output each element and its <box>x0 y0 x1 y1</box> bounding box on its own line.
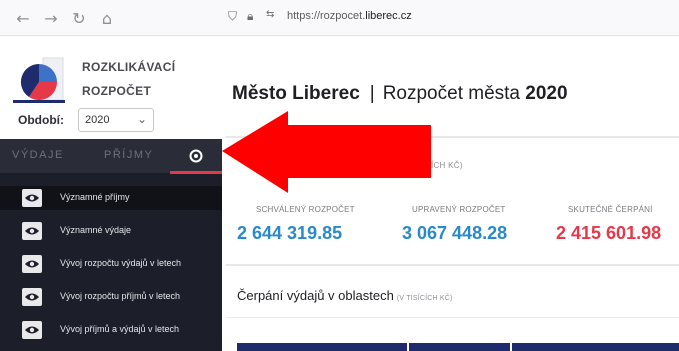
tab-overview[interactable] <box>170 139 222 173</box>
stat-approved-label: SCHVÁLENÝ ROZPOČET <box>256 205 355 214</box>
eye-icon <box>22 321 42 339</box>
page-title-separator: | <box>369 83 375 104</box>
eye-icon <box>22 222 42 240</box>
sidebar-item-label: Vývoj rozpočtu příjmů v letech <box>60 291 181 301</box>
brand-title-line1: ROZKLIKÁVACÍ <box>82 60 176 74</box>
sidebar-item-label: Významné výdaje <box>60 225 132 235</box>
lock-icon[interactable]: 🔒︎ <box>247 9 253 24</box>
eye-icon <box>22 189 42 207</box>
section-subtitle: (V TISÍCÍCH KČ) <box>396 295 453 302</box>
back-icon[interactable]: ← <box>12 7 34 29</box>
stat-approved-value: 2 644 319.85 <box>237 223 343 243</box>
forward-icon[interactable]: → <box>40 7 62 29</box>
stat-actual-label: SKUTEČNÉ ČERPÁNÍ <box>568 205 653 214</box>
section-title-text: Čerpání výdajů v oblastech <box>237 288 394 303</box>
sidebar-item-significant-income[interactable]: Významné příjmy <box>0 186 222 210</box>
sidebar-item-label: Významné příjmy <box>60 192 130 202</box>
shield-icon[interactable]: ⛉ <box>228 9 237 24</box>
sidebar-item-label: Vývoj rozpočtu výdajů v letech <box>60 258 182 268</box>
active-tab-indicator <box>170 171 222 174</box>
logo[interactable] <box>13 56 65 108</box>
divider <box>226 264 679 266</box>
sidebar-item-significant-expenses[interactable]: Významné výdaje <box>0 219 222 243</box>
browser-toolbar: ← → ↻ ⌂ ⛉ 🔒︎ ⇆ https://rozpocet.liberec.… <box>0 0 679 36</box>
permissions-icon[interactable]: ⇆ <box>266 9 274 20</box>
divider <box>226 317 679 318</box>
reload-icon[interactable]: ↻ <box>68 7 90 29</box>
tab-income[interactable]: PŘÍJMY <box>104 149 153 161</box>
stat-adjusted-value: 3 067 448.28 <box>402 223 508 243</box>
sidebar: VÝDAJE PŘÍJMY Významné příjmy Významné v… <box>0 139 222 351</box>
section-title: Čerpání výdajů v oblastech (V TISÍCÍCH KČ… <box>237 288 453 303</box>
app-window: ← → ↻ ⌂ ⛉ 🔒︎ ⇆ https://rozpocet.liberec.… <box>0 0 679 351</box>
budget-panel-label: TISÍCÍCH KČ) <box>409 161 463 170</box>
eye-icon <box>22 288 42 306</box>
period-label: Období: <box>18 113 64 127</box>
brand-title-line2: ROZPOČET <box>82 84 152 98</box>
page-title-city: Město Liberec <box>232 83 360 104</box>
page-title-label: Rozpočet města <box>382 83 520 104</box>
sidebar-item-expense-trend[interactable]: Vývoj rozpočtu výdajů v letech <box>0 252 222 276</box>
chart-segment-gap <box>510 343 512 351</box>
sidebar-item-income-expense-trend[interactable]: Vývoj příjmů a výdajů v letech <box>0 318 222 342</box>
divider <box>226 136 679 138</box>
target-icon <box>189 149 203 163</box>
sidebar-item-label: Vývoj příjmů a výdajů v letech <box>60 324 180 334</box>
chart-segment-gap <box>407 343 409 351</box>
page-title-year: 2020 <box>525 83 568 104</box>
stat-adjusted-label: UPRAVENÝ ROZPOČET <box>412 205 506 214</box>
eye-icon <box>22 255 42 273</box>
sidebar-item-income-trend[interactable]: Vývoj rozpočtu příjmů v letech <box>0 285 222 309</box>
period-select-value: 2020 <box>85 114 110 126</box>
page-title: Město Liberec | Rozpočet města 2020 <box>232 83 568 105</box>
chevron-down-icon: ⌄ <box>136 112 147 126</box>
address-bar[interactable]: https://rozpocet.liberec.cz <box>287 10 412 22</box>
home-icon[interactable]: ⌂ <box>96 7 118 29</box>
stat-actual-value: 2 415 601.98 <box>556 223 662 243</box>
period-select[interactable]: 2020 ⌄ <box>78 108 154 132</box>
chart-strip[interactable] <box>237 343 679 351</box>
tab-expenses[interactable]: VÝDAJE <box>12 149 64 161</box>
